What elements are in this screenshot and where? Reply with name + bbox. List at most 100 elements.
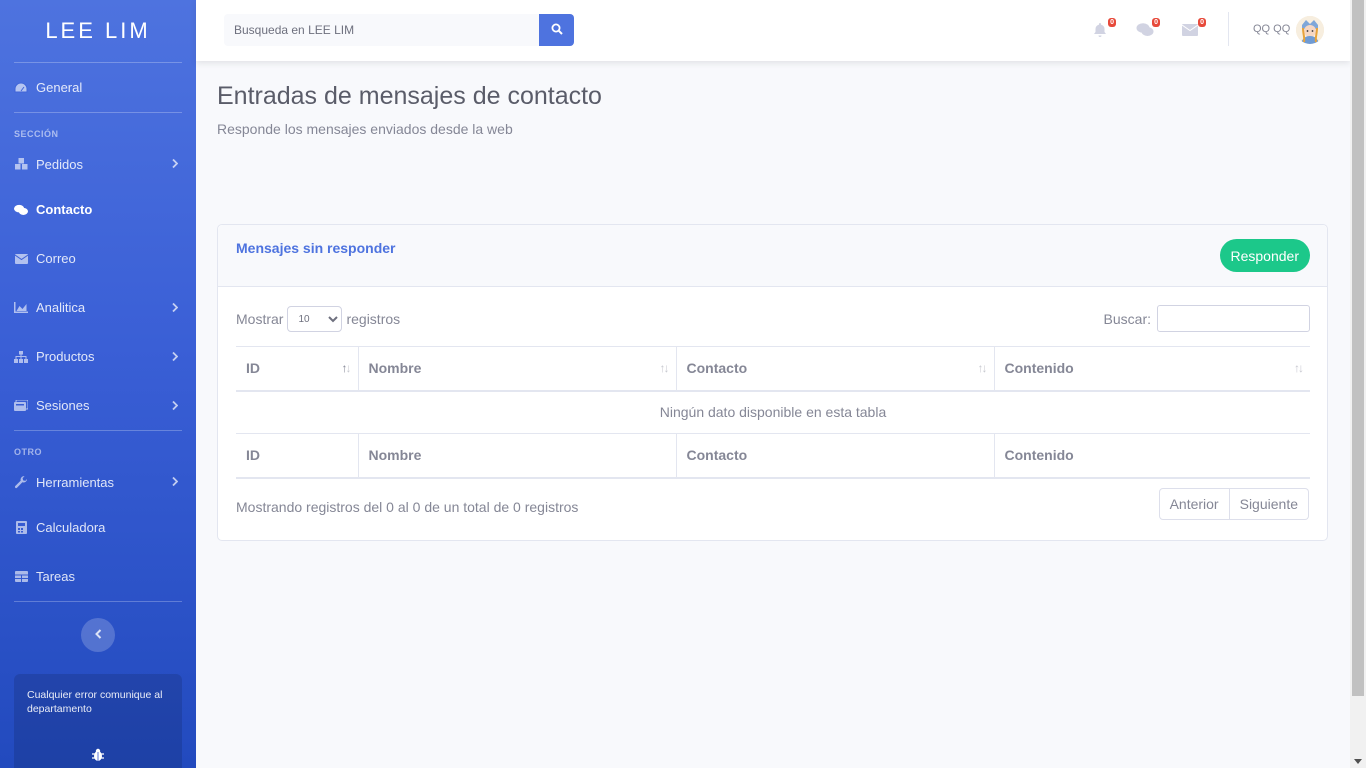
filter-label: Buscar: [1103,310,1151,327]
table-row: Ningún dato disponible en esta tabla [236,391,1310,434]
sidebar-item-contacto[interactable]: Contacto [0,185,196,234]
mail-dropdown[interactable]: 0 [1181,18,1206,41]
sidebar-item-label: Calculadora [36,520,106,535]
empty-table-message: Ningún dato disponible en esta tabla [659,404,887,421]
footer-header-contenido: Contenido [1004,447,1074,464]
alerts-badge: 0 [1108,18,1116,27]
table-header-row: ID ↑↓ Nombre ↑↓ Contacto ↑↓ Contenido ↑↓ [236,346,1310,391]
column-header-label: Nombre [368,360,422,377]
column-header-id[interactable]: ID ↑↓ [236,346,359,391]
table-length-control: Mostrar 10 registros [236,306,400,332]
sidebar-item-label: Productos [36,349,95,364]
previous-page-button[interactable]: Anterior [1158,488,1230,520]
card-header: Mensajes sin responder Responder [218,225,1327,287]
mail-badge: 0 [1198,18,1206,27]
page-subtitle: Responde los mensajes enviados desde la … [217,121,513,137]
sidebar-item-label: Analitica [36,300,86,315]
chevron-right-icon [172,398,179,413]
search-input[interactable] [224,14,539,46]
table-filter: Buscar: [1104,305,1310,332]
sidebar-info-card: Cualquier error comunique al departament… [14,674,182,768]
footer-header-nombre: Nombre [358,433,677,478]
footer-header-id: ID [236,433,359,478]
bell-icon [1092,23,1108,42]
column-header-contacto[interactable]: Contacto ↑↓ [676,346,995,391]
scroll-down-arrow-icon[interactable] [1354,759,1362,764]
sort-icon: ↑↓ [977,361,988,376]
chevron-right-icon [172,475,179,490]
comments-icon [14,203,28,217]
search-icon [551,23,563,38]
sidebar-toggle-button[interactable] [81,618,115,652]
footer-header-contacto: Contacto [676,433,995,478]
user-name[interactable]: QQ QQ [1253,23,1290,35]
sidebar-item-correo[interactable]: Correo [0,234,196,283]
sidebar-item-general[interactable]: General [0,63,196,112]
table-icon [14,570,28,584]
sidebar-item-herramientas[interactable]: Herramientas [0,461,196,503]
alerts-dropdown[interactable]: 0 [1092,18,1116,42]
topbar-divider [1228,12,1229,46]
column-header-contenido[interactable]: Contenido ↑↓ [994,347,1310,391]
topbar: 0 0 0 QQ QQ [196,0,1350,61]
column-header-label: Contenido [1004,360,1074,377]
sort-icon: ↑↓ [659,361,670,376]
sessions-icon [14,399,28,413]
search-group [224,14,574,46]
page-title: Entradas de mensajes de contacto [217,82,602,110]
card-title: Mensajes sin responder [236,240,396,256]
column-header-nombre[interactable]: Nombre ↑↓ [358,346,677,391]
chevron-left-icon [94,626,102,644]
sitemap-icon [14,350,28,364]
chevron-right-icon [172,300,179,315]
calculator-icon [14,521,28,535]
pagination: Anterior Siguiente [1158,488,1309,520]
page-scrollbar[interactable] [1350,0,1366,768]
search-button[interactable] [539,14,574,46]
length-select[interactable]: 10 [287,306,343,332]
messages-table: ID ↑↓ Nombre ↑↓ Contacto ↑↓ Contenido ↑↓ Nin… [236,346,1310,479]
scrollbar-thumb[interactable] [1352,0,1364,696]
sidebar-item-tareas[interactable]: Tareas [0,552,196,601]
sidebar-item-pedidos[interactable]: Pedidos [0,143,196,185]
sidebar-item-analitica[interactable]: Analitica [0,283,196,332]
length-suffix-label: registros [346,311,401,327]
next-page-button[interactable]: Siguiente [1229,488,1309,520]
envelope-icon [14,252,28,266]
comments-icon [1136,23,1154,42]
messages-badge: 0 [1152,18,1160,27]
sidebar-card-text: Cualquier error comunique al departament… [27,689,163,715]
sidebar-item-label: Pedidos [36,156,83,172]
sidebar-item-calculadora[interactable]: Calculadora [0,503,196,552]
sidebar-item-label: Correo [36,251,76,266]
sidebar-heading-other: OTRO [14,447,42,457]
sidebar-item-productos[interactable]: Productos [0,332,196,381]
sort-icon: ↑↓ [1294,361,1304,376]
boxes-icon [14,157,28,171]
filter-input[interactable] [1157,305,1310,332]
sort-icon: ↑↓ [341,361,352,376]
brand-logo[interactable]: LEE LIM [0,0,196,62]
length-prefix-label: Mostrar [236,311,284,327]
messages-card: Mensajes sin responder Responder Mostrar… [217,224,1328,541]
table-footer-row: ID Nombre Contacto Contenido [236,433,1310,478]
sidebar: LEE LIM General SECCIÓN Pedidos Contacto… [0,0,196,768]
sidebar-item-sesiones[interactable]: Sesiones [0,381,196,430]
column-header-label: ID [246,360,260,377]
column-header-label: Contacto [686,360,748,377]
table-info: Mostrando registros del 0 al 0 de un tot… [236,499,579,515]
user-avatar[interactable] [1296,16,1324,44]
dashboard-icon [14,81,28,95]
sidebar-item-label: General [36,80,83,95]
chevron-right-icon [172,157,179,172]
messages-dropdown[interactable]: 0 [1136,18,1160,42]
chevron-right-icon [172,349,179,364]
sidebar-heading-section: SECCIÓN [14,129,59,139]
wrench-icon [14,475,28,489]
sidebar-item-label: Contacto [36,202,93,217]
envelope-icon [1181,24,1199,41]
reply-button[interactable]: Responder [1219,239,1310,272]
sidebar-item-label: Sesiones [36,398,90,413]
chart-area-icon [14,301,28,315]
bug-icon [91,748,105,766]
